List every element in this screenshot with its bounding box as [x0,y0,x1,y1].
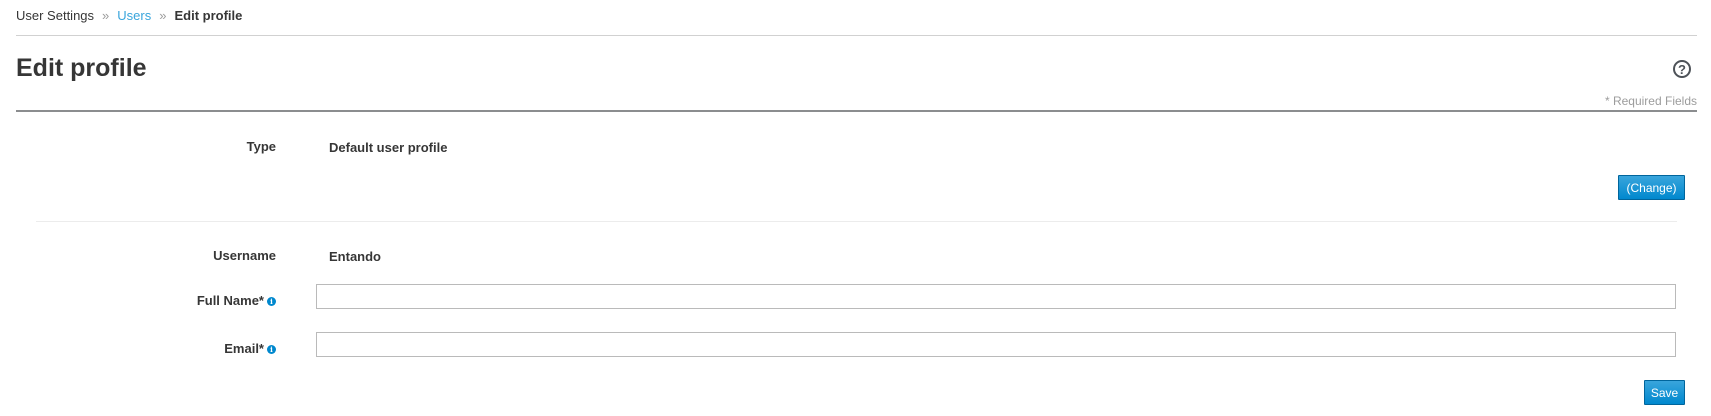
type-value: Default user profile [329,140,448,155]
breadcrumb-separator: » [159,8,167,23]
info-circle-icon[interactable]: i [267,297,276,306]
breadcrumb-current: Edit profile [174,8,243,23]
breadcrumb-users-link[interactable]: Users [117,8,151,23]
username-value: Entando [329,249,381,264]
title-divider [16,110,1697,112]
page-title: Edit profile [16,54,147,82]
breadcrumb-user-settings: User Settings [16,8,95,23]
required-fields-note: * Required Fields [1604,94,1697,108]
email-input[interactable] [316,332,1676,357]
save-button[interactable]: Save [1644,380,1685,405]
full-name-input[interactable] [316,284,1676,309]
full-name-label-text: Full Name* [196,293,264,308]
breadcrumb: User Settings » Users » Edit profile [16,8,242,24]
question-circle-icon[interactable]: ? [1673,60,1691,78]
email-label: Email* i [150,341,276,356]
username-label: Username [213,248,276,263]
type-label: Type [246,139,276,154]
full-name-label: Full Name* i [150,293,276,308]
info-circle-icon[interactable]: i [267,345,276,354]
breadcrumb-separator: » [102,8,110,23]
section-divider [36,221,1677,222]
change-type-button[interactable]: (Change) [1618,175,1685,200]
email-label-text: Email* [224,341,264,356]
breadcrumb-divider [16,35,1697,36]
